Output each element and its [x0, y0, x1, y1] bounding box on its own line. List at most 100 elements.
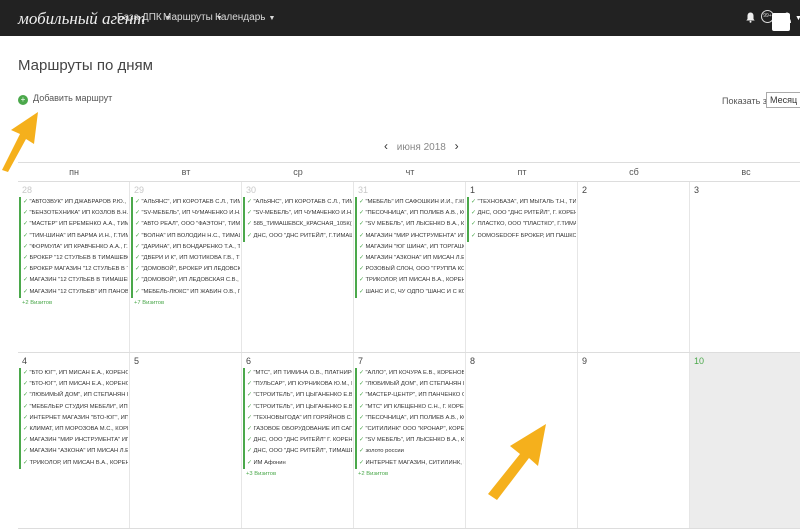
route-item[interactable]: ✓ "БЕНЗОТЕХНИКА" ИП КОЗЛОВ В.Н., Г.Т — [19, 208, 128, 220]
route-item[interactable]: ✓ "ТЕХНОБАЗА", ИП МЫГАЛЬ Т.Н., ТИМАШЕВСК — [467, 197, 576, 209]
route-item[interactable]: ✓ КЛИМАТ, ИП МОРОЗОВА М.С., КОРЕНОВ — [19, 423, 128, 436]
calendar-day[interactable]: 31 ✓ "МЕБЕЛЬ" ИП САФОШКИН И.И., Г.КОРЕНОВ… — [354, 182, 466, 352]
calendar-day[interactable]: 5 — [130, 353, 242, 528]
day-number: 1 — [470, 185, 476, 195]
route-item[interactable]: ✓ "ВОЛНА" ИП ВОЛОДИН Н.С., ТИМАШЕВ — [131, 230, 240, 242]
route-item-label: МАГАЗИН "МИР ИНСТРУМЕНТА" ИП В — [29, 437, 128, 444]
more-visits-link[interactable]: +2 Визитов — [355, 471, 464, 477]
user-menu-chevron-icon[interactable]: ▼ — [795, 15, 800, 22]
period-select[interactable]: Месяц — [766, 92, 800, 108]
route-item[interactable]: ✓ "МТС", ИП ТИМИНА О.В., ПЛАТНИРОВСКАЯ — [243, 368, 352, 380]
route-item[interactable]: ✓ "ДВЕРИ И К", ИП МОТИКОВА Г.В., ТИМ — [131, 252, 240, 265]
calendar-day[interactable]: 30 ✓ "АЛЬЯНС", ИП КОРОТАЕВ С.Л., ТИМАШЕВС… — [242, 182, 354, 352]
route-item[interactable]: ✓ "БТО-ЮГ", ИП МИСАН Е.А., КОРЕНОВСК — [19, 379, 128, 391]
avatar[interactable] — [772, 13, 790, 31]
route-item[interactable]: ✓ "ПЕСОЧНИЦА", ИП ПОЛИЕВ А.В., КОРЕНОВСК — [355, 208, 464, 220]
nav-routes[interactable]: Маршруты ▼ — [163, 12, 223, 23]
route-list: ✓ "АЛЬЯНС", ИП КОРОТАЕВ С.Л., ТИМАШЕВСК✓… — [131, 197, 240, 306]
nav-calendar[interactable]: Календарь ▼ — [215, 12, 275, 23]
route-item[interactable]: ✓ "SV МЕБЕЛЬ", ИП ЛЫСЕНКО В.А., КОРЕН — [355, 219, 464, 231]
route-item[interactable]: ✓ "АВТО РЕАЛ", ООО "ФАЭТОН", ТИМАШ — [131, 219, 240, 231]
route-item[interactable]: ✓ МАГАЗИН "МИР ИНСТРУМЕНТА" ИП В — [19, 435, 128, 447]
route-item[interactable]: ✓ "ТЕХНОВЫГОДА" ИП ГОРЯЙНОВ С.В. — [243, 412, 352, 424]
route-item[interactable]: ✓ 585_ТИМАШЕВСК_КРАСНАЯ_105К(Б — [243, 219, 352, 231]
more-visits-link[interactable]: +7 Визитов — [131, 300, 240, 306]
route-item[interactable]: ✓ ТРИКОЛОР, ИП МИСАН В.А., КОРЕНОВ — [19, 457, 128, 469]
bell-icon[interactable] — [746, 12, 755, 23]
calendar-day[interactable]: 29 ✓ "АЛЬЯНС", ИП КОРОТАЕВ С.Л., ТИМАШЕВС… — [130, 182, 242, 352]
route-item[interactable]: ✓ РОЗОВЫЙ СЛОН, ООО "ГРУППА КОМП — [355, 264, 464, 276]
route-item[interactable]: ✓ БРОКЕР МАГАЗИН "12 СТУЛЬЕВ В ТИМ — [19, 264, 128, 276]
route-item[interactable]: ✓ "ТИМ-ШИНА" ИП БАРМА И.Н., Г.ТИМА — [19, 230, 128, 242]
route-item-label: "SV-МЕБЕЛЬ", ИП ЧУМАЧЕНКО И.Н., ТИМ — [253, 210, 352, 217]
route-item[interactable]: ✓ ТРИКОЛОР, ИП МИСАН В.А., КОРЕНОВ — [355, 275, 464, 287]
route-item-label: МАГАЗИН "ЮГ ШИНА", ИП ТОРГАШОВ — [365, 243, 464, 250]
route-item[interactable]: ✓ "АЛЬЯНС", ИП КОРОТАЕВ С.Л., ТИМАШЕВСК — [243, 197, 352, 209]
route-item[interactable]: ✓ МАГАЗИН "12 СТУЛЬЕВ" ИП ПАНОВ М. — [19, 286, 128, 298]
calendar-day[interactable]: 2 — [578, 182, 690, 352]
route-item[interactable]: ✓ "ДОМОВОЙ", БРОКЕР ИП ЛЕДОВСКАЯ — [131, 264, 240, 276]
route-item[interactable]: ✓ "ПУЛЬСАР", ИП КУРНИКОВА Ю.М., Г.К — [243, 379, 352, 391]
route-item[interactable]: ✓ ШАНС И С, ЧУ ОДПО "ШАНС И С КОРЕН — [355, 286, 464, 298]
route-item[interactable]: ✓ МАГАЗИН "12 СТУЛЬЕВ В ТИМАШЕВСК — [19, 275, 128, 287]
route-item-label: "АВТОЗВУК" ИП ДЖАБРАРОВ Р.Ю., Г.ТИМАШЕВС… — [29, 199, 128, 205]
route-item[interactable]: ✓ "МЕБЕЛЬ-ЛЮКС" ИП ЖАБИН О.В., Г. Т — [131, 286, 240, 298]
route-item[interactable]: ✓ "АВТОЗВУК" ИП ДЖАБРАРОВ Р.Ю., Г.ТИМАШЕ… — [19, 197, 128, 209]
route-item[interactable]: ✓ DOMOSEDOFF БРОКЕР, ИП ПАШКОВА — [467, 230, 576, 242]
calendar-day[interactable]: 10 — [690, 353, 800, 528]
route-item[interactable]: ✓ МАГАЗИН "ЮГ ШИНА", ИП ТОРГАШОВ — [355, 241, 464, 253]
route-item[interactable]: ✓ ДНС, ООО "ДНС РИТЕЙЛ" Г. КОРЕНОВ — [243, 435, 352, 447]
route-item[interactable]: ✓ "СТРОИТЕЛЬ", ИП ЦЫГАНЕНКО Е.В., К — [243, 390, 352, 402]
route-item[interactable]: ✓ "АЛЛО", ИП КОЧУРА Е.В., КОРЕНОВСК — [355, 368, 464, 380]
route-item[interactable]: ✓ "АЛЬЯНС", ИП КОРОТАЕВ С.Л., ТИМАШЕВСК — [131, 197, 240, 209]
route-item[interactable]: ✓ ДНС, ООО "ДНС РИТЕЙЛ", ТИМАШЕВСК — [243, 446, 352, 458]
calendar-day[interactable]: 28 ✓ "АВТОЗВУК" ИП ДЖАБРАРОВ Р.Ю., Г.ТИМА… — [18, 182, 130, 352]
route-item[interactable]: ✓ МАГАЗИН "МИР ИНСТРУМЕНТА" ИП В — [355, 230, 464, 242]
route-item[interactable]: ✓ "МАСТЕР" ИП ЕРЕМЕНКО А.А., ТИМАШ — [19, 219, 128, 231]
route-item[interactable]: ✓ "СТРОИТЕЛЬ", ИП ЦЫГАНЕНКО Е.В., С — [243, 401, 352, 413]
calendar-day[interactable]: 4✓ "БТО ЮГ", ИП МИСАН Е.А., КОРЕНОВСК✓ "… — [18, 353, 130, 528]
route-item[interactable]: ✓ ИМ Афонин — [243, 457, 352, 469]
chevron-left-icon[interactable]: ‹ — [378, 139, 394, 153]
route-item-label: ПЛАСТКО, ООО "ПЛАСТКО", Г.ТИМАШЕВСК — [477, 221, 576, 228]
calendar-day[interactable]: 6✓ "МТС", ИП ТИМИНА О.В., ПЛАТНИРОВСКАЯ✓… — [242, 353, 354, 528]
route-item[interactable]: ✓ золото россии — [355, 446, 464, 458]
route-item[interactable]: ✓ "МТС" ИП КЛЕЩЕНКО С.Н., Г. КОРЕНОВСК — [355, 401, 464, 413]
route-item[interactable]: ✓ "ДАРИНА", ИП БОНДАРЕНКО Т.А., ТИМ — [131, 241, 240, 253]
more-visits-link[interactable]: +2 Визитов — [19, 300, 128, 306]
route-item[interactable]: ✓ "МАСТЕР-ЦЕНТР", ИП ПАНЧЕНКО О.И. — [355, 390, 464, 402]
route-item[interactable]: ✓ "SV-МЕБЕЛЬ", ИП ЧУМАЧЕНКО И.Н., ТИМ — [243, 208, 352, 220]
route-item-label: ДНС, ООО "ДНС РИТЕЙЛ" Г. КОРЕНОВ — [253, 437, 352, 444]
chevron-right-icon[interactable]: › — [449, 139, 465, 153]
more-visits-link[interactable]: +3 Визитов — [243, 471, 352, 477]
route-item[interactable]: ✓ "ПЕСОЧНИЦА", ИП ПОЛИЕВ А.В., КОРЕН — [355, 412, 464, 424]
route-item[interactable]: ✓ "БТО ЮГ", ИП МИСАН Е.А., КОРЕНОВСК — [19, 368, 128, 380]
route-item[interactable]: ✓ "SV-МЕБЕЛЬ", ИП ЧУМАЧЕНКО И.Н., ТИМ — [131, 208, 240, 220]
nav-calendar-label: Календарь — [215, 12, 266, 23]
route-item[interactable]: ✓ "СИТИЛИНК" ООО "КРОНАР", КОРЕНОВ — [355, 423, 464, 436]
calendar-day[interactable]: 9 — [578, 353, 690, 528]
route-item[interactable]: ✓ ИНТЕРНЕТ МАГАЗИН, СИТИЛИНК, КРЕ — [355, 457, 464, 469]
calendar-day[interactable]: 7 ✓ "АЛЛО", ИП КОЧУРА Е.В., КОРЕНОВСК ✓ "Л… — [354, 353, 466, 528]
route-item[interactable]: ✓ ИНТЕРНЕТ МАГАЗИН "БТО-ЮГ", ИП МИ — [19, 412, 128, 424]
route-item[interactable]: ✓ ДНС, ООО "ДНС РИТЕЙЛ", Г.ТИМАШЕВСК — [243, 230, 352, 242]
calendar-day[interactable]: 1 ✓ "ТЕХНОБАЗА", ИП МЫГАЛЬ Т.Н., ТИМАШЕВС… — [466, 182, 578, 352]
add-route-button[interactable]: + Добавить маршрут — [18, 93, 112, 105]
route-item[interactable]: ✓ ДНС, ООО "ДНС РИТЕЙЛ", Г. КОРЕНОВСК — [467, 208, 576, 220]
route-item[interactable]: ✓ БРОКЕР "12 СТУЛЬЕВ В ТИМАШЕВСКЕ — [19, 252, 128, 265]
route-item-label: ДНС, ООО "ДНС РИТЕЙЛ", Г. КОРЕНОВСК — [477, 210, 576, 217]
route-item[interactable]: ✓ "SV МЕБЕЛЬ", ИП ЛЫСЕНКО В.А., КОРЕ — [355, 435, 464, 447]
route-item-label: "ПЕСОЧНИЦА", ИП ПОЛИЕВ А.В., КОРЕН — [365, 414, 464, 421]
route-item-label: ШАНС И С, ЧУ ОДПО "ШАНС И С КОРЕН — [365, 288, 464, 295]
route-item[interactable]: ✓ "МЕБЕЛЬ" ИП САФОШКИН И.И., Г.КОРЕНОВСК — [355, 197, 464, 209]
route-item[interactable]: ✓ ПЛАСТКО, ООО "ПЛАСТКО", Г.ТИМАШЕВСК — [467, 219, 576, 231]
route-item[interactable]: ✓ "ФОРМУЛА" ИП КРАВЧЕНКО А.А., Г.ТИМ — [19, 241, 128, 253]
route-item[interactable]: ✓ "ДОМОВОЙ", ИП ЛЕДОВСКАЯ С.В., ТИМ — [131, 275, 240, 287]
calendar-day[interactable]: 3 — [690, 182, 800, 352]
route-item[interactable]: ✓ МАГАЗИН "АЗКОНА" ИП МИСАН Л.Е., Г — [355, 252, 464, 265]
route-item[interactable]: ✓ МАГАЗИН "АЗКОНА" ИП МИСАН Л.Е., Г — [19, 446, 128, 458]
route-item[interactable]: ✓ "ЛЮБИМЫЙ ДОМ", ИП СТЕПАНЯН Р.Н. — [355, 379, 464, 391]
route-item[interactable]: ✓ ГАЗОВОЕ ОБОРУДОВАНИЕ ИП САПОЖ — [243, 423, 352, 436]
route-item[interactable]: ✓ "ЛЮБИМЫЙ ДОМ", ИП СТЕПАНЯН Р.Н. — [19, 390, 128, 402]
route-item[interactable]: ✓ "МЕБЕЛЬЕР СТУДИЯ МЕБЕЛИ", ИП ЗДО — [19, 401, 128, 413]
